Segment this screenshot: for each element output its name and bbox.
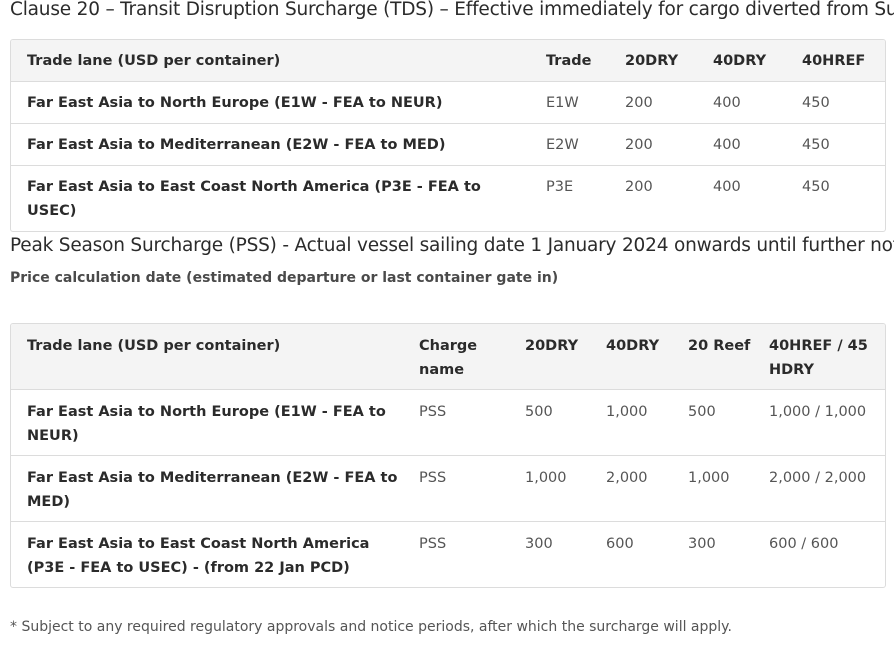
table-row: Far East Asia to Mediterranean (E2W - FE…	[11, 455, 885, 522]
price-20dry-cell: 200	[609, 165, 697, 231]
price-20dry-cell: 1,000	[509, 455, 590, 522]
pss-table: Trade lane (USD per container) Charge na…	[10, 323, 886, 588]
trade-lane-cell: Far East Asia to North Europe (E1W - FEA…	[11, 81, 530, 124]
trade-code-cell: P3E	[530, 165, 609, 231]
trade-lane-cell: Far East Asia to Mediterranean (E2W - FE…	[11, 455, 403, 522]
trade-lane-cell: Far East Asia to East Coast North Americ…	[11, 165, 530, 231]
price-40href-45hdry-cell: 600 / 600	[753, 521, 885, 587]
price-40dry-cell: 2,000	[590, 455, 672, 522]
price-40href-cell: 450	[786, 123, 885, 166]
charge-name-cell: PSS	[403, 521, 509, 587]
trade-lane-cell: Far East Asia to Mediterranean (E2W - FE…	[11, 123, 530, 166]
price-20dry-cell: 300	[509, 521, 590, 587]
pss-header-20reef: 20 Reef	[672, 324, 753, 390]
trade-code-cell: E1W	[530, 81, 609, 124]
pss-section-title: Peak Season Surcharge (PSS) - Actual ves…	[10, 235, 894, 256]
tds-header-40href: 40HREF	[786, 40, 885, 82]
price-20dry-cell: 200	[609, 81, 697, 124]
table-row: Far East Asia to Mediterranean (E2W - FE…	[11, 123, 885, 166]
price-40href-cell: 450	[786, 81, 885, 124]
price-20dry-cell: 200	[609, 123, 697, 166]
tds-header-20dry: 20DRY	[609, 40, 697, 82]
pss-header-20dry: 20DRY	[509, 324, 590, 390]
pss-subtitle: Price calculation date (estimated depart…	[10, 270, 559, 286]
price-40dry-cell: 400	[697, 81, 786, 124]
charge-name-cell: PSS	[403, 389, 509, 456]
charge-name-cell: PSS	[403, 455, 509, 522]
price-40dry-cell: 600	[590, 521, 672, 587]
price-40href-cell: 450	[786, 165, 885, 231]
price-40dry-cell: 400	[697, 123, 786, 166]
tds-header-row: Trade lane (USD per container) Trade 20D…	[11, 40, 885, 82]
tds-header-trade-lane: Trade lane (USD per container)	[11, 40, 530, 82]
tds-header-trade: Trade	[530, 40, 609, 82]
price-20reef-cell: 300	[672, 521, 753, 587]
pss-header-row: Trade lane (USD per container) Charge na…	[11, 324, 885, 390]
table-row: Far East Asia to East Coast North Americ…	[11, 165, 885, 231]
surcharge-page: Clause 20 – Transit Disruption Surcharge…	[0, 0, 894, 656]
footnote: * Subject to any required regulatory app…	[10, 619, 732, 635]
pss-header-charge-name: Charge name	[403, 324, 509, 390]
pss-header-trade-lane: Trade lane (USD per container)	[11, 324, 403, 390]
price-20reef-cell: 1,000	[672, 455, 753, 522]
trade-lane-cell: Far East Asia to North Europe (E1W - FEA…	[11, 389, 403, 456]
trade-code-cell: E2W	[530, 123, 609, 166]
trade-lane-cell: Far East Asia to East Coast North Americ…	[11, 521, 403, 587]
tds-section-title: Clause 20 – Transit Disruption Surcharge…	[10, 0, 894, 20]
price-40dry-cell: 1,000	[590, 389, 672, 456]
price-40dry-cell: 400	[697, 165, 786, 231]
tds-table: Trade lane (USD per container) Trade 20D…	[10, 39, 886, 232]
price-40href-45hdry-cell: 1,000 / 1,000	[753, 389, 885, 456]
price-20dry-cell: 500	[509, 389, 590, 456]
tds-header-40dry: 40DRY	[697, 40, 786, 82]
table-row: Far East Asia to North Europe (E1W - FEA…	[11, 81, 885, 124]
price-40href-45hdry-cell: 2,000 / 2,000	[753, 455, 885, 522]
table-row: Far East Asia to North Europe (E1W - FEA…	[11, 389, 885, 456]
table-row: Far East Asia to East Coast North Americ…	[11, 521, 885, 587]
pss-header-40dry: 40DRY	[590, 324, 672, 390]
price-20reef-cell: 500	[672, 389, 753, 456]
pss-header-40href-45hdry: 40HREF / 45 HDRY	[753, 324, 885, 390]
